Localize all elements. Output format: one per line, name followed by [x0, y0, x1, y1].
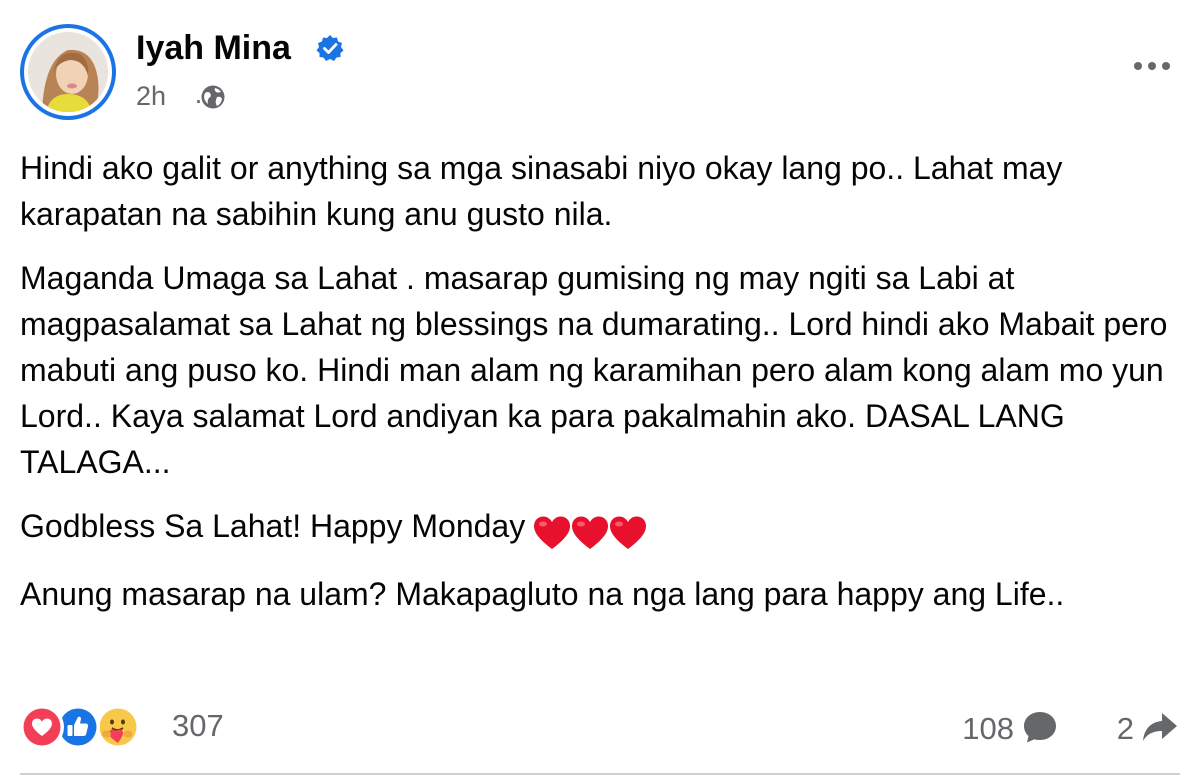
- post-timestamp[interactable]: 2h: [136, 80, 166, 112]
- share-icon: [1143, 713, 1177, 741]
- author-name[interactable]: Iyah Mina: [136, 28, 291, 68]
- heart-emoji-group: [534, 507, 648, 553]
- verified-badge-icon: [316, 35, 344, 61]
- post-paragraph: Anung masarap na ulam? Makapagluto na ng…: [20, 576, 1065, 612]
- comment-count: 108: [962, 711, 1014, 746]
- reaction-count[interactable]: 307: [172, 707, 224, 745]
- post-paragraph: Hindi ako galit or anything sa mga sinas…: [20, 150, 1063, 232]
- love-reaction-icon: [20, 705, 64, 749]
- share-count-button[interactable]: 2: [1117, 707, 1180, 748]
- post-paragraph-text: Godbless Sa Lahat! Happy Monday: [20, 508, 526, 544]
- post-body: Hindi ako galit or anything sa mga sinas…: [20, 145, 1180, 635]
- heart-emoji-icon: [572, 516, 609, 549]
- post-paragraph: Godbless Sa Lahat! Happy Monday: [20, 503, 1180, 553]
- footer-divider: [20, 773, 1180, 775]
- avatar[interactable]: [20, 24, 116, 120]
- more-options-icon[interactable]: [1128, 52, 1176, 80]
- comment-icon: [1024, 712, 1056, 743]
- care-reaction-icon: [96, 705, 140, 749]
- globe-icon[interactable]: [200, 84, 226, 110]
- post-card: Iyah Mina 2h · Hindi ako galit or anythi…: [0, 0, 1200, 783]
- avatar-ring-gap: [24, 28, 112, 116]
- heart-emoji-icon: [610, 516, 647, 549]
- post-paragraph-text: Maganda Umaga sa Lahat . masarap gumisin…: [20, 260, 1168, 480]
- share-count: 2: [1116, 711, 1134, 746]
- avatar-image: [28, 32, 108, 112]
- post-footer: 307 108 2: [20, 703, 1180, 753]
- heart-emoji-icon: [534, 516, 571, 549]
- comment-count-button[interactable]: 108: [962, 707, 1060, 748]
- post-paragraph: Maganda Umaga sa Lahat . masarap gumisin…: [20, 255, 1180, 485]
- post-header: Iyah Mina 2h ·: [20, 22, 1180, 122]
